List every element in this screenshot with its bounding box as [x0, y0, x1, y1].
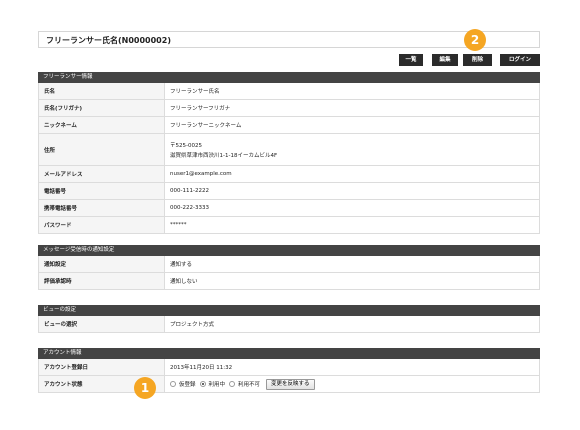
edit-button[interactable]: 編集: [432, 54, 458, 66]
row-label: 評価承認時: [39, 273, 165, 289]
table-row: ニックネーム フリーランサーニックネーム: [38, 117, 540, 134]
address-value: 〒525-0025 滋賀県草津市西渋川1-1-18イーカムビル4F: [165, 134, 539, 165]
row-label: 電話番号: [39, 183, 165, 199]
row-label: ビューの選択: [39, 316, 165, 332]
delete-button[interactable]: 削除: [463, 54, 492, 66]
section-header: アカウント情報: [38, 348, 540, 359]
table-row: パスワード ******: [38, 217, 540, 234]
notification-section: メッセージ受信時の通知設定 通知設定 通知する 評価承認時 通知しない: [38, 245, 540, 290]
section-header: ビューの設定: [38, 305, 540, 316]
login-button[interactable]: ログイン: [500, 54, 540, 66]
apply-changes-button[interactable]: 変更を反映する: [266, 378, 315, 390]
registered-date: 2013年11月20日 11:32: [170, 365, 233, 371]
row-value: 000-111-2222: [170, 188, 209, 194]
radio-label: 仮登録: [179, 382, 196, 388]
radio-button[interactable]: [170, 381, 176, 387]
row-label: 携帯電話番号: [39, 200, 165, 216]
table-row: 住所 〒525-0025 滋賀県草津市西渋川1-1-18イーカムビル4F: [38, 134, 540, 166]
section-header: メッセージ受信時の通知設定: [38, 245, 540, 256]
row-value: フリーランサーニックネーム: [170, 123, 242, 129]
row-label: ニックネーム: [39, 117, 165, 133]
row-label: 住所: [39, 134, 165, 165]
row-label: 氏名: [39, 83, 165, 99]
table-row: アカウント登録日 2013年11月20日 11:32: [38, 359, 540, 376]
row-label: メールアドレス: [39, 166, 165, 182]
table-row: ビューの選択 プロジェクト方式: [38, 316, 540, 333]
table-row: 氏名(フリガナ) フリーランサーフリガナ: [38, 100, 540, 117]
table-row: 通知設定 通知する: [38, 256, 540, 273]
callout-badge-1: 1: [134, 377, 156, 399]
table-row: 電話番号 000-111-2222: [38, 183, 540, 200]
status-radio-provisional[interactable]: 仮登録: [170, 380, 196, 388]
row-value: 000-222-3333: [170, 205, 209, 211]
row-label: 氏名(フリガナ): [39, 100, 165, 116]
table-row: 氏名 フリーランサー氏名: [38, 83, 540, 100]
page-title: フリーランサー氏名(N0000002): [46, 36, 171, 45]
table-row: アカウント状態 仮登録 利用中 利用不可 変更を反映する: [38, 376, 540, 393]
account-status-value: 仮登録 利用中 利用不可 変更を反映する: [165, 376, 539, 392]
view-section: ビューの設定 ビューの選択 プロジェクト方式: [38, 305, 540, 333]
radio-label: 利用中: [208, 382, 226, 388]
row-value: nuser1@example.com: [170, 171, 232, 177]
callout-badge-2: 2: [464, 29, 486, 51]
account-section: アカウント情報 アカウント登録日 2013年11月20日 11:32 アカウント…: [38, 348, 540, 393]
row-value: プロジェクト方式: [170, 322, 215, 328]
table-row: 評価承認時 通知しない: [38, 273, 540, 290]
postal-code: 〒525-0025: [170, 142, 202, 149]
status-radio-disabled[interactable]: 利用不可: [229, 380, 260, 388]
address-line: 滋賀県草津市西渋川1-1-18イーカムビル4F: [170, 152, 278, 159]
row-label: パスワード: [39, 217, 165, 233]
radio-button[interactable]: [229, 381, 236, 387]
radio-label: 利用不可: [238, 382, 261, 388]
row-value: 通知しない: [170, 279, 198, 285]
freelancer-info-section: フリーランサー情報 氏名 フリーランサー氏名 氏名(フリガナ) フリーランサーフ…: [38, 72, 540, 234]
section-header: フリーランサー情報: [38, 72, 540, 83]
account-status-radio-group: 仮登録 利用中 利用不可 変更を反映する: [170, 378, 315, 390]
row-label: 通知設定: [39, 256, 165, 272]
table-row: 携帯電話番号 000-222-3333: [38, 200, 540, 217]
table-row: メールアドレス nuser1@example.com: [38, 166, 540, 183]
row-label: アカウント登録日: [39, 359, 165, 375]
row-value: ******: [170, 222, 187, 228]
row-value: フリーランサー氏名: [170, 89, 220, 95]
row-value: フリーランサーフリガナ: [170, 106, 231, 112]
list-button[interactable]: 一覧: [399, 54, 423, 66]
radio-button-selected[interactable]: [199, 381, 206, 387]
row-value: 通知する: [170, 262, 193, 268]
status-radio-active[interactable]: 利用中: [199, 380, 226, 388]
